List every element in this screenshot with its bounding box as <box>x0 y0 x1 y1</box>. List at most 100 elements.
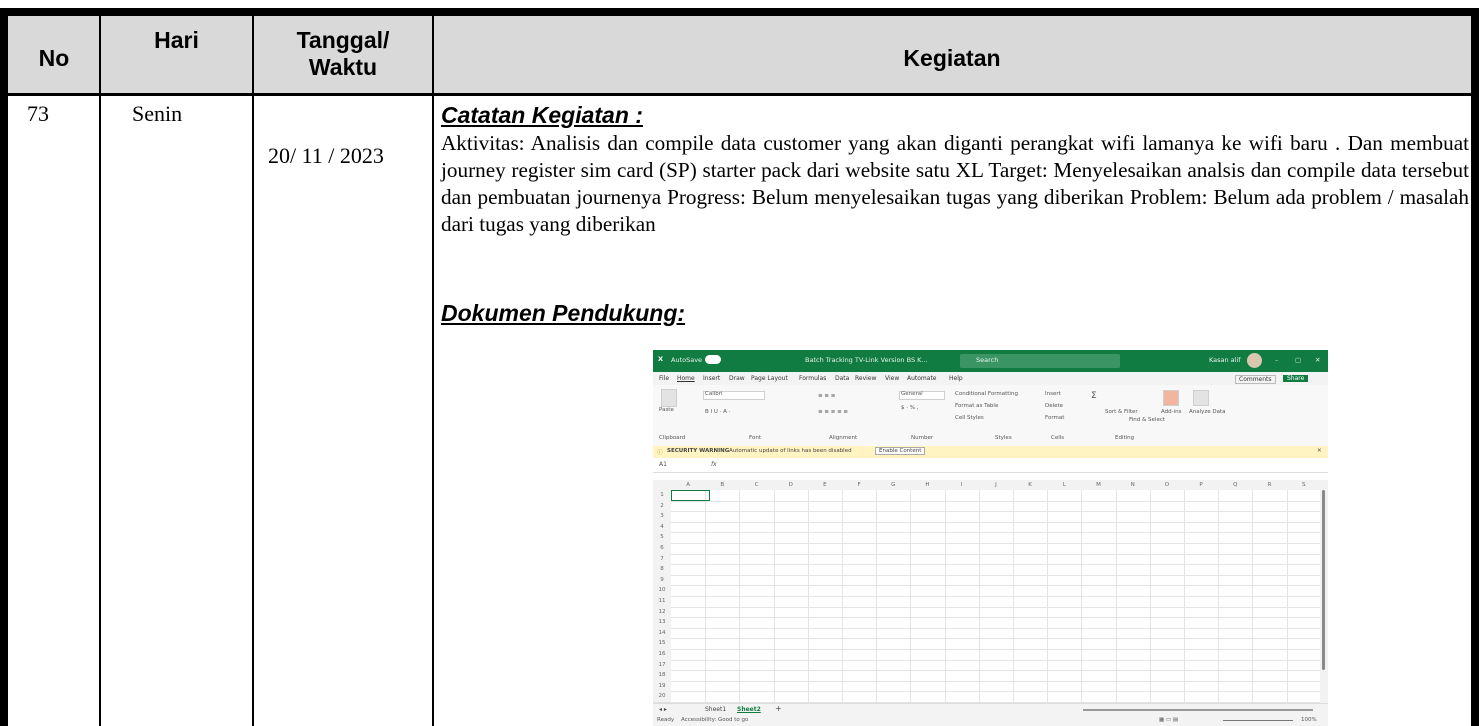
addins-label: Add-ins <box>1161 409 1182 415</box>
menu-help: Help <box>949 375 963 382</box>
view-icons: ▦ ▭ ▤ <box>1159 717 1179 723</box>
addins-icon <box>1163 390 1179 406</box>
warning-icon: ⓘ <box>657 450 663 456</box>
column-header: P <box>1184 480 1220 490</box>
editing-label: Editing <box>1115 435 1135 441</box>
paste-label: Paste <box>659 407 674 413</box>
tab-sheet2: Sheet2 <box>737 706 761 713</box>
comments-button: Comments <box>1235 375 1276 384</box>
excel-menu-bar: File Home Insert Draw Page Layout Formul… <box>653 372 1328 385</box>
warning-label: SECURITY WARNING <box>667 448 730 454</box>
column-header: F <box>842 480 878 490</box>
column-header: H <box>910 480 946 490</box>
row-header: 20 <box>653 691 671 703</box>
menu-automate: Automate <box>907 375 937 382</box>
zoom-level: 100% <box>1301 717 1317 723</box>
clipboard-label: Clipboard <box>659 435 686 441</box>
status-accessibility: Accessibility: Good to go <box>681 717 749 723</box>
catatan-text: Aktivitas: Analisis dan compile data cus… <box>441 131 1469 236</box>
excel-screenshot: X AutoSave Batch Tracking TV-Link Versio… <box>653 350 1328 726</box>
grid-hline <box>671 574 1320 576</box>
grid-hline <box>671 659 1320 661</box>
grid-hline <box>671 521 1320 523</box>
minimize-icon: – <box>1275 356 1279 364</box>
frame-left <box>0 8 8 726</box>
column-header: Q <box>1218 480 1254 490</box>
vertical-scrollbar <box>1320 480 1328 703</box>
column-header: A <box>671 480 707 490</box>
frame-right <box>1471 8 1479 726</box>
format-table: Format as Table <box>955 403 999 409</box>
grid-hline <box>671 606 1320 608</box>
share-button: Share <box>1283 375 1309 382</box>
fx-icon: fx <box>711 461 717 468</box>
number-label: Number <box>911 435 934 441</box>
frame-top <box>0 8 1479 16</box>
tab-sheet1: Sheet1 <box>705 706 727 713</box>
menu-data: Data <box>835 375 850 382</box>
dokumen-heading: Dokumen Pendukung: <box>441 300 686 326</box>
activity-log-page: No Hari Tanggal/ Waktu Kegiatan 73 Senin… <box>0 0 1479 726</box>
tab-nav-icons: ◂ ▸ <box>659 706 667 713</box>
column-header: E <box>807 480 843 490</box>
menu-view: View <box>885 375 900 382</box>
grid-hline <box>671 532 1320 534</box>
insert-cells: Insert <box>1045 391 1061 397</box>
row-no: 73 <box>27 101 49 126</box>
menu-draw: Draw <box>729 375 745 382</box>
column-header: L <box>1047 480 1083 490</box>
menu-page-layout: Page Layout <box>751 375 788 382</box>
grid-hline <box>671 500 1320 502</box>
selected-cell <box>671 490 710 501</box>
grid-hline <box>671 691 1320 693</box>
zoom-slider <box>1223 720 1293 721</box>
column-header: C <box>739 480 775 490</box>
scroll-thumb <box>1322 490 1325 670</box>
grid-hline <box>671 564 1320 566</box>
column-header: G <box>876 480 912 490</box>
autosum-icon: Σ <box>1091 391 1097 401</box>
column-header: S <box>1286 480 1322 490</box>
autosave-toggle <box>705 355 721 364</box>
excel-title-bar: X AutoSave Batch Tracking TV-Link Versio… <box>653 350 1328 372</box>
column-header: R <box>1252 480 1288 490</box>
menu-formulas: Formulas <box>799 375 827 382</box>
avatar <box>1247 353 1262 368</box>
header-bottom-line <box>8 93 1471 96</box>
header-tanggal-line2: Waktu <box>308 54 378 80</box>
grid-hline <box>671 553 1320 555</box>
delete-cells: Delete <box>1045 403 1064 409</box>
enable-content-button: Enable Content <box>875 447 926 455</box>
header-hari: Hari <box>154 27 199 53</box>
cells-label: Cells <box>1051 435 1065 441</box>
grid-hline <box>671 680 1320 682</box>
font-label: Font <box>749 435 761 441</box>
col-divider-2 <box>252 16 254 726</box>
alignment-label: Alignment <box>829 435 858 441</box>
close-icon: ✕ <box>1315 356 1321 364</box>
menu-review: Review <box>855 375 877 382</box>
excel-search-box: Search <box>960 354 1120 368</box>
menu-home: Home <box>677 375 695 382</box>
add-sheet-icon: + <box>775 704 782 713</box>
name-box: A1 <box>659 461 667 468</box>
column-header: K <box>1013 480 1049 490</box>
grid-hline <box>671 670 1320 672</box>
number-icons: $ · % , <box>901 405 919 411</box>
find-select: Find & Select <box>1129 417 1166 423</box>
status-bar: Ready Accessibility: Good to go ▦ ▭ ▤ 10… <box>653 715 1328 726</box>
grid-hline <box>671 638 1320 640</box>
header-tanggal-line1: Tanggal/ <box>296 27 390 53</box>
excel-user-name: Kasan alif <box>1209 356 1241 364</box>
sort-filter: Sort & Filter <box>1105 409 1138 415</box>
catatan-heading: Catatan Kegiatan : <box>441 102 643 128</box>
grid-hline <box>671 585 1320 587</box>
header-no: No <box>38 45 70 71</box>
analyze-icon <box>1193 390 1209 406</box>
warning-text: Automatic update of links has been disab… <box>729 448 852 454</box>
grid-hline <box>671 627 1320 629</box>
menu-insert: Insert <box>703 375 721 382</box>
formula-bar: A1 fx <box>653 458 1328 473</box>
autosave-label: AutoSave <box>671 356 703 364</box>
analyze-label: Analyze Data <box>1189 409 1226 415</box>
